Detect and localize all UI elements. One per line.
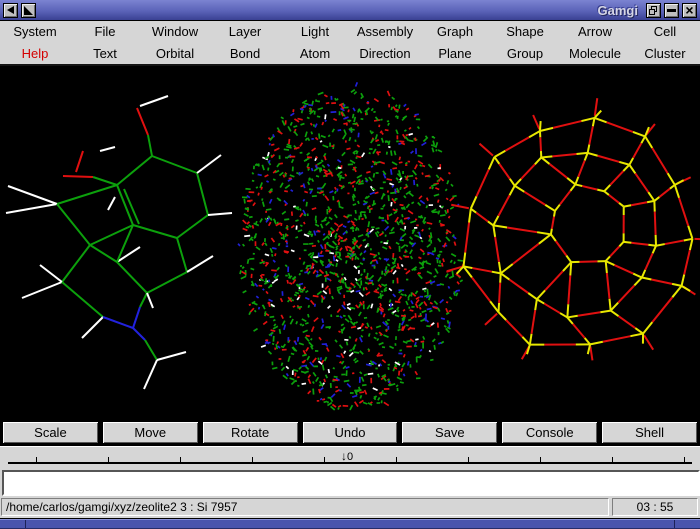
menu-item-atom[interactable]: Atom <box>300 46 330 61</box>
menu-item-molecule[interactable]: Molecule <box>569 46 621 61</box>
menu-item-layer[interactable]: Layer <box>229 24 262 39</box>
menu-item-direction[interactable]: Direction <box>359 46 410 61</box>
menu-item-system[interactable]: System <box>13 24 56 39</box>
shade-corner-icon <box>24 5 33 15</box>
window-resize-bar[interactable] <box>0 518 700 529</box>
status-clock-panel: 03 : 55 <box>612 498 698 516</box>
window-shade-button[interactable] <box>21 2 36 18</box>
toolbar-button-move[interactable]: Move <box>101 421 199 444</box>
ruler-tick <box>252 457 253 462</box>
toolbar-button-console[interactable]: Console <box>501 421 599 444</box>
toolbar-button-save[interactable]: Save <box>401 421 499 444</box>
menu-item-group[interactable]: Group <box>507 46 543 61</box>
ruler-tick <box>684 457 685 462</box>
ruler-marker[interactable]: ↓0 <box>341 449 353 463</box>
minimize-icon <box>667 8 676 12</box>
menu-item-assembly[interactable]: Assembly <box>357 24 413 39</box>
gamgi-window: Gamgi × System File Window Layer Light Assemb… <box>0 0 700 529</box>
restore-icon <box>649 5 658 15</box>
molecule-canvas-svg <box>5 81 700 411</box>
menu-item-shape[interactable]: Shape <box>506 24 544 39</box>
entry-band <box>0 468 700 496</box>
menu-item-cell[interactable]: Cell <box>654 24 676 39</box>
ruler-tick <box>396 457 397 462</box>
close-icon: × <box>685 2 694 18</box>
titlebar[interactable]: Gamgi × <box>0 0 700 21</box>
command-entry-frame <box>2 470 700 496</box>
window-title: Gamgi <box>597 2 638 18</box>
ruler-tick <box>36 457 37 462</box>
menu-item-file[interactable]: File <box>95 24 116 39</box>
menu-item-help[interactable]: Help <box>22 46 49 61</box>
minimize-button[interactable] <box>664 2 679 18</box>
toolbar: Scale Move Rotate Undo Save Console Shell <box>0 420 700 446</box>
menu-item-graph[interactable]: Graph <box>437 24 473 39</box>
menu-item-orbital[interactable]: Orbital <box>156 46 194 61</box>
ruler-tick <box>180 457 181 462</box>
command-entry-input[interactable] <box>4 472 698 494</box>
status-clock-text: 03 : 55 <box>636 500 674 514</box>
ruler-tick <box>612 457 613 462</box>
ruler-tick <box>468 457 469 462</box>
restore-button[interactable] <box>646 2 661 18</box>
menu-item-arrow[interactable]: Arrow <box>578 24 612 39</box>
toolbar-button-rotate[interactable]: Rotate <box>201 421 299 444</box>
ruler-marker-label: 0 <box>347 451 354 463</box>
menu-item-window[interactable]: Window <box>152 24 198 39</box>
window-menu-icon <box>7 6 14 14</box>
menubar: System File Window Layer Light Assembly Graph S… <box>0 21 700 66</box>
menu-item-text[interactable]: Text <box>93 46 117 61</box>
toolbar-button-undo[interactable]: Undo <box>301 421 399 444</box>
resize-handle-divider-right <box>674 520 675 528</box>
toolbar-button-scale[interactable]: Scale <box>2 421 99 444</box>
window-menu-button[interactable] <box>3 2 18 18</box>
menu-item-bond[interactable]: Bond <box>230 46 260 61</box>
menu-item-light[interactable]: Light <box>301 24 329 39</box>
ruler-tick <box>324 457 325 462</box>
ruler-tick <box>108 457 109 462</box>
statusbar: /home/carlos/gamgi/xyz/zeolite2 3 : Si 7… <box>0 496 700 518</box>
ruler-tick <box>540 457 541 462</box>
status-path-panel: /home/carlos/gamgi/xyz/zeolite2 3 : Si 7… <box>1 498 609 516</box>
ruler[interactable]: ↓0 <box>0 446 700 468</box>
toolbar-button-shell[interactable]: Shell <box>601 421 698 444</box>
close-button[interactable]: × <box>682 2 697 18</box>
molecule-canvas[interactable] <box>0 66 700 420</box>
status-path-text: /home/carlos/gamgi/xyz/zeolite2 3 : Si 7… <box>6 500 238 514</box>
resize-handle-divider-left <box>25 520 26 528</box>
menu-item-plane[interactable]: Plane <box>438 46 471 61</box>
menu-item-cluster[interactable]: Cluster <box>644 46 685 61</box>
